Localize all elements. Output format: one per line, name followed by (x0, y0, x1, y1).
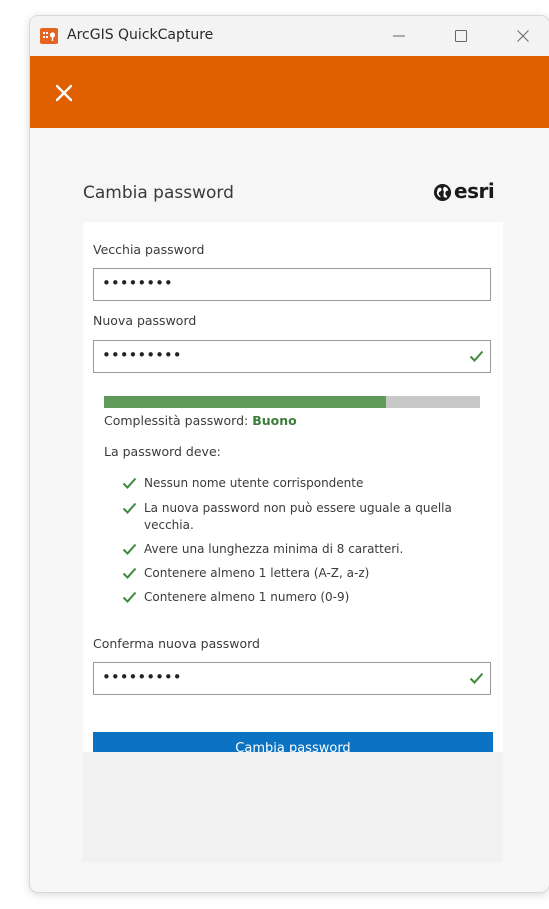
checkmark-icon (122, 502, 137, 514)
checkmark-icon (122, 567, 137, 579)
password-rule-text: Contenere almeno 1 numero (0-9) (144, 590, 350, 604)
minimize-icon (393, 35, 405, 37)
change-password-form: Vecchia password •••••••• Nuova password… (83, 222, 503, 763)
old-password-value: •••••••• (102, 274, 173, 292)
window-title: ArcGIS QuickCapture (67, 27, 214, 43)
password-strength-meter (104, 396, 480, 408)
window-close-button[interactable] (500, 16, 546, 56)
password-rule-text: Avere una lunghezza minima di 8 caratter… (144, 542, 404, 556)
new-password-value: ••••••••• (102, 346, 182, 364)
minimize-button[interactable] (376, 16, 422, 56)
password-rule-text: Nessun nome utente corrispondente (144, 476, 364, 490)
confirm-password-value: ••••••••• (102, 668, 182, 686)
old-password-label: Vecchia password (93, 242, 205, 257)
close-icon (517, 30, 529, 42)
password-rule-text: La nuova password non può essere uguale … (144, 501, 452, 532)
password-strength-label: Complessità password: (104, 413, 249, 428)
password-rule-text: Contenere almeno 1 lettera (A-Z, a-z) (144, 566, 370, 580)
maximize-button[interactable] (438, 16, 484, 56)
password-rules-title: La password deve: (104, 444, 221, 459)
app-window: ArcGIS QuickCapture Cambia password esri… (30, 16, 549, 892)
page-title: Cambia password (83, 183, 234, 203)
change-password-header: Cambia password esri (83, 177, 499, 223)
globe-icon (433, 183, 452, 202)
esri-wordmark: esri (454, 179, 495, 203)
app-header-bar (30, 56, 549, 128)
confirm-password-field[interactable]: ••••••••• (93, 662, 491, 695)
new-password-label: Nuova password (93, 313, 197, 328)
new-password-field[interactable]: ••••••••• (93, 340, 491, 373)
esri-logo: esri (433, 179, 503, 205)
dismiss-button[interactable] (54, 83, 74, 103)
maximize-icon (455, 30, 467, 42)
password-strength-text: Complessità password: Buono (104, 413, 297, 428)
quickcapture-app-icon (40, 28, 58, 44)
form-footer-area (83, 752, 503, 862)
close-icon (55, 84, 73, 102)
password-strength-value: Buono (252, 413, 297, 428)
checkmark-icon (469, 350, 484, 362)
checkmark-icon (122, 591, 137, 603)
checkmark-icon (469, 672, 484, 684)
password-strength-fill (104, 396, 386, 408)
confirm-password-label: Conferma nuova password (93, 636, 260, 651)
checkmark-icon (122, 477, 137, 489)
checkmark-icon (122, 543, 137, 555)
title-bar[interactable]: ArcGIS QuickCapture (30, 16, 549, 56)
old-password-field[interactable]: •••••••• (93, 268, 491, 301)
